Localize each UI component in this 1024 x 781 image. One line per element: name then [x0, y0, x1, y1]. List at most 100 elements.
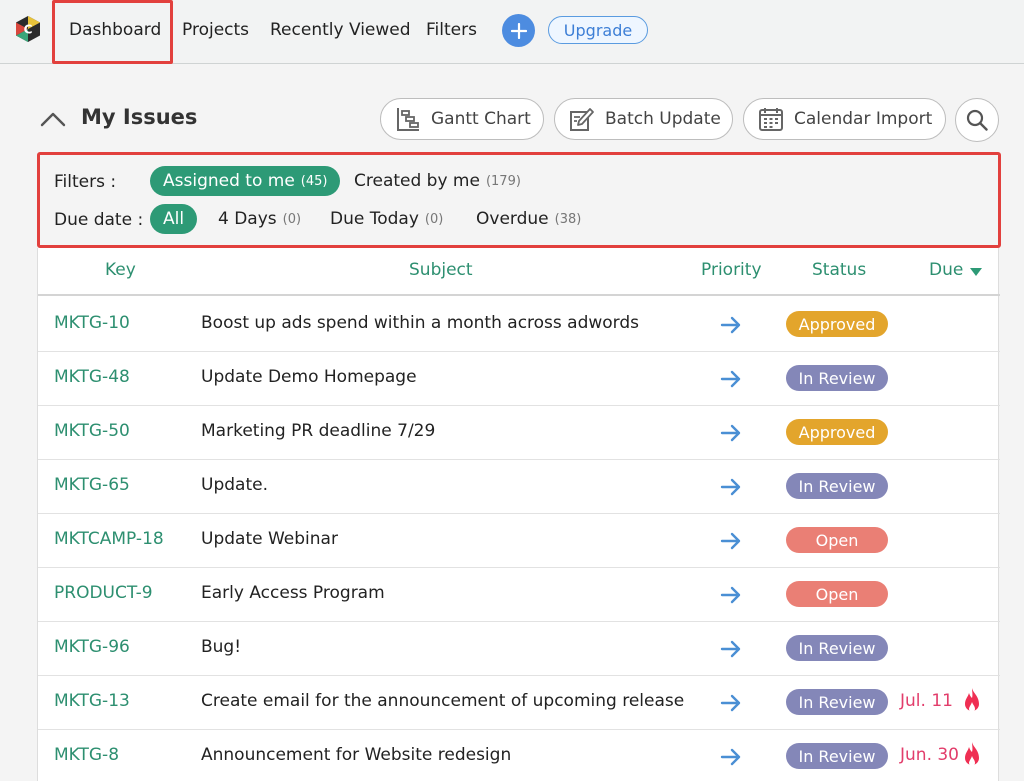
- issue-key[interactable]: MKTG-96: [54, 637, 130, 657]
- table-row[interactable]: MKTG-50 Marketing PR deadline 7/29 Appro…: [38, 406, 1000, 460]
- priority-normal-arrow-icon: [720, 748, 741, 766]
- calendar-import-button[interactable]: Calendar Import: [743, 98, 946, 140]
- issue-key[interactable]: MKTG-50: [54, 421, 130, 441]
- calendar-import-label: Calendar Import: [794, 109, 933, 129]
- issue-subject[interactable]: Early Access Program: [201, 583, 385, 603]
- search-icon: [966, 109, 988, 131]
- batch-update-label: Batch Update: [605, 109, 721, 129]
- issue-subject[interactable]: Announcement for Website redesign: [201, 745, 511, 765]
- nav-recently-viewed[interactable]: Recently Viewed: [270, 20, 411, 40]
- priority-normal-arrow-icon: [720, 370, 741, 388]
- status-badge: Approved: [786, 419, 888, 445]
- filter-created-by-me[interactable]: Created by me (179): [354, 166, 521, 196]
- status-badge: Approved: [786, 311, 888, 337]
- priority-normal-arrow-icon: [720, 532, 741, 550]
- column-key[interactable]: Key: [105, 260, 136, 280]
- issue-subject[interactable]: Update Demo Homepage: [201, 367, 417, 387]
- priority-normal-arrow-icon: [720, 424, 741, 442]
- table-row[interactable]: MKTG-48 Update Demo Homepage In Review: [38, 352, 1000, 406]
- search-button[interactable]: [955, 98, 999, 142]
- column-status[interactable]: Status: [812, 260, 866, 280]
- filter-assigned-label: Assigned to me: [163, 171, 295, 191]
- filter-assigned-to-me[interactable]: Assigned to me (45): [150, 166, 341, 196]
- gantt-chart-label: Gantt Chart: [431, 109, 531, 129]
- due-today-count: (0): [424, 211, 444, 227]
- section-title: My Issues: [81, 105, 198, 129]
- issue-subject[interactable]: Boost up ads spend within a month across…: [201, 313, 639, 333]
- sort-descending-icon[interactable]: [969, 267, 983, 277]
- table-row[interactable]: MKTG-96 Bug! In Review: [38, 622, 1000, 676]
- priority-normal-arrow-icon: [720, 640, 741, 658]
- status-badge: In Review: [786, 635, 888, 661]
- filter-assigned-count: (45): [300, 173, 328, 189]
- due-overdue-label: Overdue: [476, 209, 549, 229]
- table-row[interactable]: MKTCAMP-18 Update Webinar Open: [38, 514, 1000, 568]
- gantt-chart-icon: [397, 108, 419, 131]
- due-date: Jul. 11: [900, 691, 953, 711]
- priority-normal-arrow-icon: [720, 316, 741, 334]
- nav-filters[interactable]: Filters: [426, 20, 477, 40]
- status-badge: Open: [786, 527, 888, 553]
- status-badge: Open: [786, 581, 888, 607]
- table-row[interactable]: MKTG-8 Announcement for Website redesign…: [38, 730, 1000, 781]
- issue-key[interactable]: MKTG-65: [54, 475, 130, 495]
- plus-icon: [510, 22, 527, 39]
- fire-icon: [965, 688, 979, 712]
- due-4-days-label: 4 Days: [218, 209, 277, 229]
- issue-key[interactable]: MKTG-8: [54, 745, 119, 765]
- status-badge: In Review: [786, 473, 888, 499]
- table-header: Key Subject Priority Status Due: [38, 248, 1000, 296]
- batch-update-button[interactable]: Batch Update: [554, 98, 733, 140]
- due-date-label: Due date :: [54, 210, 144, 230]
- table-row[interactable]: MKTG-13 Create email for the announcemen…: [38, 676, 1000, 730]
- issue-subject[interactable]: Update.: [201, 475, 268, 495]
- nav-projects[interactable]: Projects: [182, 20, 249, 40]
- filter-created-label: Created by me: [354, 171, 480, 191]
- top-nav: C Dashboard Projects Recently Viewed Fil…: [0, 0, 1024, 64]
- issue-subject[interactable]: Update Webinar: [201, 529, 338, 549]
- due-overdue-count: (38): [554, 211, 582, 227]
- issues-table: Key Subject Priority Status Due MKTG-10 …: [37, 248, 1000, 781]
- due-filter-all[interactable]: All: [150, 204, 198, 234]
- priority-normal-arrow-icon: [720, 586, 741, 604]
- issue-key[interactable]: MKTCAMP-18: [54, 529, 164, 549]
- app-logo-icon[interactable]: C: [15, 15, 41, 43]
- filter-panel: Filters : Assigned to me (45) Created by…: [37, 152, 1001, 248]
- status-badge: In Review: [786, 743, 888, 769]
- batch-edit-icon: [570, 108, 594, 131]
- due-filter-4-days[interactable]: 4 Days (0): [218, 204, 301, 234]
- priority-normal-arrow-icon: [720, 694, 741, 712]
- column-priority[interactable]: Priority: [701, 260, 762, 280]
- fire-icon: [965, 742, 979, 766]
- due-all-label: All: [163, 209, 185, 229]
- issue-key[interactable]: MKTG-48: [54, 367, 130, 387]
- table-row[interactable]: MKTG-65 Update. In Review: [38, 460, 1000, 514]
- table-row[interactable]: PRODUCT-9 Early Access Program Open: [38, 568, 1000, 622]
- column-subject[interactable]: Subject: [409, 260, 473, 280]
- column-due[interactable]: Due: [929, 260, 963, 280]
- issue-subject[interactable]: Marketing PR deadline 7/29: [201, 421, 435, 441]
- status-badge: In Review: [786, 365, 888, 391]
- due-date: Jun. 30: [900, 745, 960, 765]
- table-row[interactable]: MKTG-10 Boost up ads spend within a mont…: [38, 298, 1000, 352]
- status-badge: In Review: [786, 689, 888, 715]
- priority-normal-arrow-icon: [720, 478, 741, 496]
- filter-created-count: (179): [485, 173, 521, 189]
- issue-key[interactable]: MKTG-13: [54, 691, 130, 711]
- upgrade-button[interactable]: Upgrade: [548, 16, 648, 44]
- svg-text:C: C: [24, 23, 33, 37]
- due-4-days-count: (0): [282, 211, 302, 227]
- calendar-icon: [759, 108, 783, 131]
- issue-key[interactable]: PRODUCT-9: [54, 583, 153, 603]
- dashboard-highlight-box: [52, 0, 173, 64]
- issue-subject[interactable]: Bug!: [201, 637, 241, 657]
- due-filter-due-today[interactable]: Due Today (0): [330, 204, 443, 234]
- due-today-label: Due Today: [330, 209, 419, 229]
- collapse-chevron-icon[interactable]: [40, 110, 66, 128]
- issue-key[interactable]: MKTG-10: [54, 313, 130, 333]
- issue-subject[interactable]: Create email for the announcement of upc…: [201, 691, 684, 711]
- gantt-chart-button[interactable]: Gantt Chart: [380, 98, 544, 140]
- create-button[interactable]: [502, 14, 535, 47]
- filters-label: Filters :: [54, 172, 117, 192]
- due-filter-overdue[interactable]: Overdue (38): [476, 204, 581, 234]
